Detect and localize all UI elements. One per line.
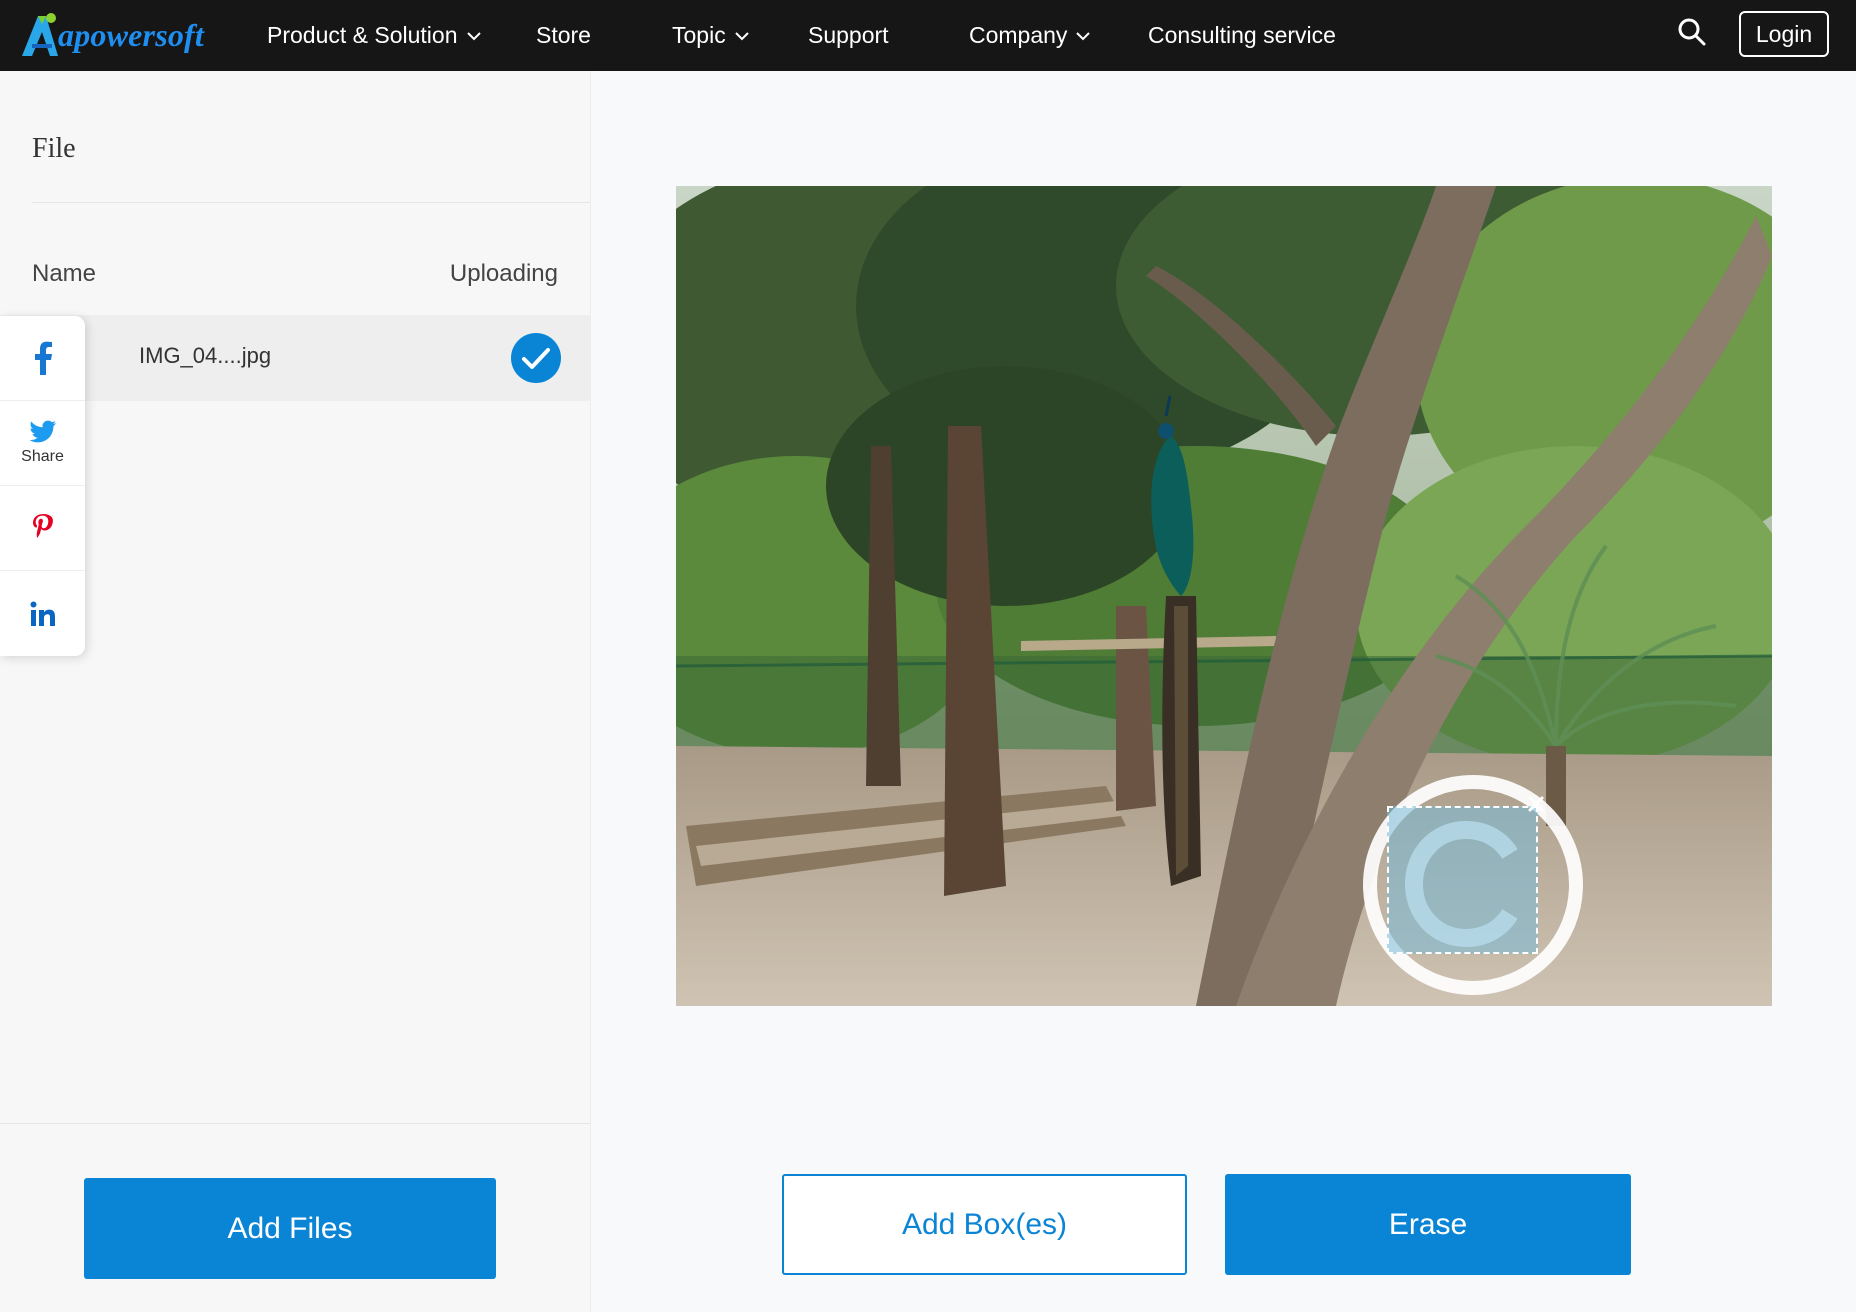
nav-label: Product & Solution: [267, 22, 458, 48]
file-name: IMG_04....jpg: [139, 343, 272, 368]
uploaded-photo[interactable]: [676, 186, 1772, 1006]
chevron-down-icon: [466, 31, 481, 40]
nav-label: Company: [969, 22, 1068, 48]
chevron-down-icon: [734, 31, 749, 40]
nav-label: Store: [536, 22, 591, 48]
nav-label: Topic: [672, 22, 726, 48]
nav-label: Consulting service: [1148, 22, 1336, 48]
share-label: Share: [21, 448, 64, 465]
close-icon[interactable]: [1525, 793, 1547, 815]
add-boxes-button[interactable]: Add Box(es): [782, 1174, 1187, 1275]
search-icon[interactable]: [1676, 16, 1708, 48]
nav-topic[interactable]: Topic: [672, 0, 750, 71]
file-list-item[interactable]: IMG_04....jpg: [0, 315, 590, 401]
nav-product-solution[interactable]: Product & Solution: [267, 0, 482, 71]
top-navigation: apowersoft Product & Solution Store Topi…: [0, 0, 1856, 71]
apowersoft-logo[interactable]: apowersoft: [18, 8, 204, 62]
divider: [0, 1123, 590, 1124]
nav-store[interactable]: Store: [536, 0, 591, 71]
erase-button[interactable]: Erase: [1225, 1174, 1631, 1275]
pinterest-icon: [32, 514, 53, 538]
divider: [32, 202, 590, 203]
column-header-status: Uploading: [449, 260, 558, 287]
panel-title: File: [32, 133, 76, 164]
share-twitter[interactable]: Share: [0, 401, 85, 486]
column-header-name: Name: [32, 260, 97, 287]
share-linkedin[interactable]: [0, 571, 85, 656]
photo-canvas: [676, 186, 1772, 1006]
nav-label: Support: [808, 22, 889, 48]
brand-name: apowersoft: [58, 16, 204, 53]
logo-icon: [22, 13, 58, 56]
chevron-down-icon: [1076, 31, 1091, 40]
login-button[interactable]: Login: [1739, 11, 1829, 57]
twitter-icon: [29, 420, 56, 443]
upload-complete-check-icon: [511, 333, 561, 383]
social-share-bar: Share: [0, 316, 85, 656]
facebook-icon: [34, 341, 52, 375]
share-facebook[interactable]: [0, 316, 85, 401]
file-panel: File Name Uploading IMG_04....jpg Add Fi…: [0, 71, 591, 1312]
erase-selection-box[interactable]: [1387, 806, 1538, 954]
nav-company[interactable]: Company: [969, 0, 1091, 71]
nav-consulting-service[interactable]: Consulting service: [1148, 0, 1336, 71]
linkedin-icon: [30, 601, 55, 626]
add-files-button[interactable]: Add Files: [84, 1178, 496, 1279]
share-pinterest[interactable]: [0, 486, 85, 571]
nav-support[interactable]: Support: [808, 0, 889, 71]
